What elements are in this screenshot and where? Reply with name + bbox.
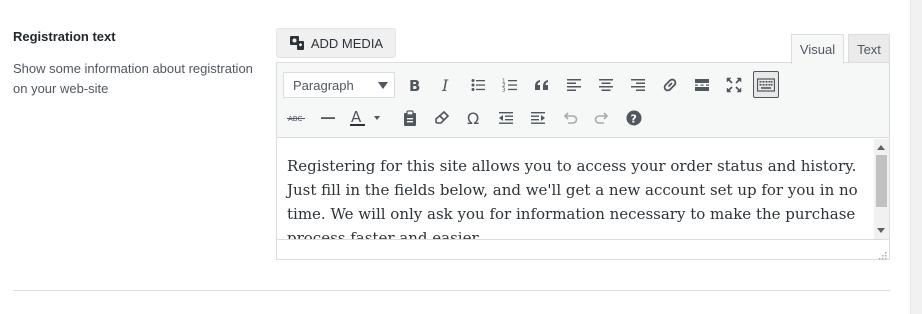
- horizontal-line-icon: [320, 110, 336, 126]
- eraser-icon: [434, 110, 450, 126]
- insert-link-button[interactable]: [657, 72, 683, 98]
- fullscreen-icon: [726, 77, 742, 93]
- tab-text[interactable]: Text: [848, 34, 890, 63]
- undo-button[interactable]: [557, 105, 583, 131]
- add-media-label: ADD MEDIA: [310, 35, 384, 51]
- bold-button[interactable]: B: [401, 72, 427, 98]
- scroll-down-icon[interactable]: [877, 228, 885, 233]
- omega-glyph: Ω: [467, 110, 479, 126]
- redo-button[interactable]: [589, 105, 615, 131]
- text-color-icon: A: [348, 109, 382, 127]
- keyboard-shortcuts-button[interactable]: ?: [621, 105, 647, 131]
- undo-icon: [562, 110, 578, 126]
- fullscreen-button[interactable]: [721, 72, 747, 98]
- align-center-icon: [598, 77, 614, 93]
- keyboard-icon: [757, 77, 775, 92]
- align-left-icon: [566, 77, 582, 93]
- field-label: Registration text: [13, 29, 116, 44]
- help-glyph: ?: [631, 113, 637, 126]
- bold-icon: B: [406, 77, 422, 93]
- chevron-down-icon: [378, 82, 388, 89]
- editor-content-text[interactable]: Registering for this site allows you to …: [287, 154, 867, 239]
- numbered-list-icon: 123: [502, 77, 518, 93]
- add-media-button[interactable]: ADD MEDIA: [276, 28, 396, 58]
- editor-toolbar: Paragraph B I 123 A Ω ?: [277, 63, 889, 138]
- tab-visual[interactable]: Visual: [791, 34, 844, 64]
- indent-button[interactable]: [525, 105, 551, 131]
- add-media-icon: [289, 34, 307, 52]
- text-color-glyph: A: [351, 109, 362, 126]
- help-icon: ?: [626, 110, 642, 126]
- strikethrough-icon: ABC: [287, 112, 305, 124]
- scroll-up-icon[interactable]: [877, 145, 885, 150]
- svg-text:I: I: [441, 77, 449, 93]
- rich-text-editor: Paragraph B I 123 A Ω ? Registering for …: [276, 62, 890, 260]
- redo-icon: [594, 110, 610, 126]
- resize-handle-icon[interactable]: [877, 247, 887, 260]
- editor-content-area[interactable]: Registering for this site allows you to …: [277, 139, 889, 239]
- special-character-button[interactable]: Ω: [461, 105, 487, 131]
- read-more-button[interactable]: [689, 72, 715, 98]
- align-right-button[interactable]: [625, 72, 651, 98]
- editor-statusbar: [277, 239, 889, 260]
- bulleted-list-icon: [470, 77, 486, 93]
- horizontal-line-button[interactable]: [315, 105, 341, 131]
- editor-scrollbar[interactable]: [874, 139, 889, 239]
- numbered-list-button[interactable]: 123: [497, 72, 523, 98]
- toolbar-toggle-button[interactable]: [753, 71, 779, 98]
- format-select-value: Paragraph: [293, 77, 354, 93]
- indent-icon: [530, 110, 546, 126]
- section-divider: [13, 290, 890, 291]
- link-icon: [662, 77, 678, 93]
- outdent-icon: [498, 110, 514, 126]
- svg-text:B: B: [409, 77, 420, 93]
- blockquote-icon: [534, 77, 550, 93]
- scrollbar-thumb[interactable]: [876, 155, 887, 207]
- field-description: Show some information about registration…: [13, 61, 253, 96]
- align-center-button[interactable]: [593, 72, 619, 98]
- svg-text:3: 3: [502, 88, 506, 94]
- italic-button[interactable]: I: [433, 72, 459, 98]
- outdent-button[interactable]: [493, 105, 519, 131]
- bulleted-list-button[interactable]: [465, 72, 491, 98]
- clear-formatting-button[interactable]: [429, 105, 455, 131]
- omega-icon: Ω: [466, 110, 482, 126]
- strikethrough-button[interactable]: ABC: [283, 105, 309, 131]
- italic-icon: I: [438, 77, 454, 93]
- read-more-icon: [694, 77, 710, 93]
- page-scrollbar[interactable]: [910, 0, 922, 314]
- settings-panel: Registration text Show some information …: [0, 0, 910, 314]
- clipboard-icon: [402, 110, 418, 126]
- align-left-button[interactable]: [561, 72, 587, 98]
- blockquote-button[interactable]: [529, 72, 555, 98]
- text-color-button[interactable]: A: [347, 105, 383, 131]
- paste-as-text-button[interactable]: [397, 105, 423, 131]
- format-select[interactable]: Paragraph: [283, 72, 395, 98]
- align-right-icon: [630, 77, 646, 93]
